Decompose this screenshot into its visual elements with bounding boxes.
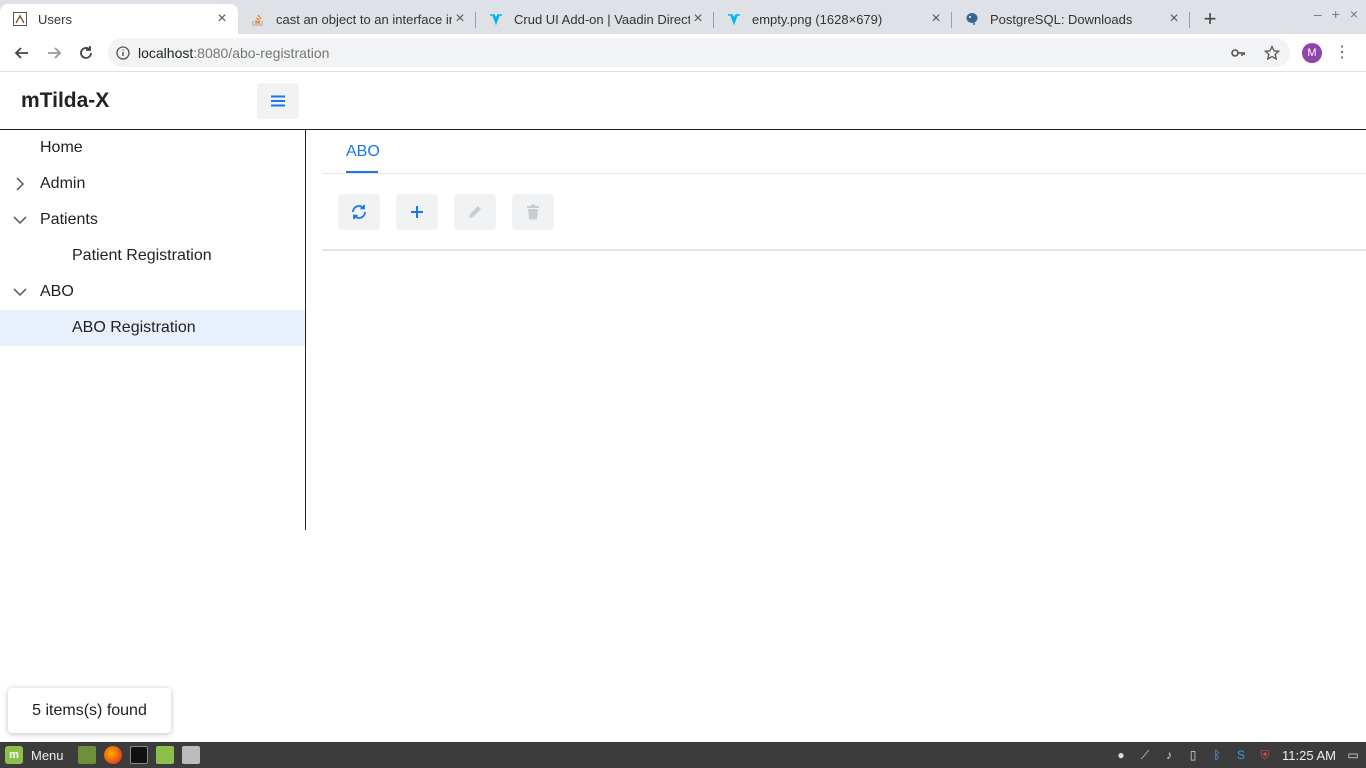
url-path: :8080/abo-registration xyxy=(193,44,330,61)
tab-selected-indicator xyxy=(346,171,378,173)
tab-bar: ABO xyxy=(322,130,1366,174)
quick-launch xyxy=(77,746,200,764)
browser-tab-stackoverflow[interactable]: cast an object to an interface in × xyxy=(238,4,476,34)
nav-drawer: Home Admin Patients Patient Registration… xyxy=(0,130,306,530)
chevron-down-icon[interactable] xyxy=(12,212,28,228)
close-icon[interactable]: × xyxy=(1350,6,1358,22)
screenshot-icon[interactable] xyxy=(181,746,200,764)
url-host: localhost xyxy=(138,44,194,61)
close-icon[interactable]: × xyxy=(690,10,706,28)
nav-item-label: Home xyxy=(40,139,83,156)
bluetooth-icon[interactable]: ᛒ xyxy=(1210,748,1224,762)
shield-icon[interactable]: ⛨ xyxy=(1258,748,1272,762)
browser-tab-title: cast an object to an interface in xyxy=(276,11,452,27)
notifications-icon[interactable]: ▭ xyxy=(1346,748,1360,762)
plus-icon xyxy=(411,206,423,218)
forward-button[interactable] xyxy=(38,37,70,69)
chevron-down-icon[interactable] xyxy=(12,284,28,300)
browser-tab-title: PostgreSQL: Downloads xyxy=(990,11,1133,27)
drawer-toggle-button[interactable] xyxy=(257,83,299,119)
star-icon[interactable] xyxy=(1264,44,1280,61)
start-menu-button[interactable]: m Menu xyxy=(5,746,64,764)
close-icon[interactable]: × xyxy=(1166,10,1182,28)
minimize-icon[interactable]: – xyxy=(1314,6,1322,22)
browser-tab-vaadin-crud[interactable]: Crud UI Add-on | Vaadin Direct × xyxy=(476,4,714,34)
browser-tab-users[interactable]: Users × xyxy=(0,4,238,34)
battery-icon[interactable]: ▯ xyxy=(1186,748,1200,762)
nav-item-label: Patient Registration xyxy=(72,247,212,264)
new-tab-button[interactable]: + xyxy=(1190,4,1230,34)
firefox-icon[interactable] xyxy=(103,746,122,764)
browser-tab-postgresql[interactable]: PostgreSQL: Downloads × xyxy=(952,4,1190,34)
trash-icon xyxy=(527,204,539,220)
arrow-right-icon xyxy=(48,46,62,59)
browser-tab-empty-png[interactable]: empty.png (1628×679) × xyxy=(714,4,952,34)
nav-item-home[interactable]: Home xyxy=(0,130,305,166)
back-button[interactable] xyxy=(6,37,38,69)
stackoverflow-icon xyxy=(250,11,266,27)
browser-tabstrip: Users × cast an object to an interface i… xyxy=(0,0,1366,34)
app-icon xyxy=(12,11,28,27)
key-icon[interactable] xyxy=(1230,45,1246,61)
browser-tab-title: Users xyxy=(38,11,72,27)
close-icon[interactable]: × xyxy=(452,10,468,28)
user-icon[interactable]: ● xyxy=(1114,748,1128,762)
tab-abo[interactable]: ABO xyxy=(346,143,380,161)
refresh-button[interactable] xyxy=(338,194,380,230)
arrow-left-icon xyxy=(14,46,28,59)
window-controls: – + × xyxy=(1314,6,1358,22)
maximize-icon[interactable]: + xyxy=(1332,6,1340,22)
nav-item-abo-registration[interactable]: ABO Registration xyxy=(0,310,305,346)
reload-button[interactable] xyxy=(70,37,102,69)
notification-toast: 5 items(s) found xyxy=(8,688,171,733)
folder-icon[interactable] xyxy=(155,746,174,764)
close-icon[interactable]: × xyxy=(928,10,944,28)
vaadin-icon xyxy=(726,11,742,27)
pencil-icon xyxy=(469,206,481,218)
crud-toolbar xyxy=(338,194,554,230)
hamburger-icon xyxy=(271,95,285,107)
app-title: mTilda-X xyxy=(21,89,110,112)
nav-item-label: Admin xyxy=(40,175,86,192)
nav-item-admin[interactable]: Admin xyxy=(0,166,305,202)
nav-item-label: ABO xyxy=(40,283,74,300)
info-icon[interactable] xyxy=(108,45,138,60)
nav-item-abo[interactable]: ABO xyxy=(0,274,305,310)
app-header: mTilda-X xyxy=(0,72,1366,130)
browser-tab-title: Crud UI Add-on | Vaadin Direct xyxy=(514,11,690,27)
volume-icon[interactable]: ♪ xyxy=(1162,748,1176,762)
plus-icon: + xyxy=(1203,6,1217,31)
linux-mint-icon: m xyxy=(5,746,23,764)
reload-icon xyxy=(80,45,92,59)
grid-divider xyxy=(322,249,1366,251)
nav-item-label: ABO Registration xyxy=(72,319,196,336)
start-menu-label: Menu xyxy=(31,747,64,763)
more-vert-icon[interactable]: ⋮ xyxy=(1334,42,1350,62)
close-icon[interactable]: × xyxy=(214,10,230,28)
system-tray: ● ⟋ ♪ ▯ ᛒ S ⛨ 11:25 AM ▭ xyxy=(1114,748,1360,763)
refresh-icon xyxy=(352,204,366,220)
browser-tab-title: empty.png (1628×679) xyxy=(752,11,883,27)
nav-item-patients[interactable]: Patients xyxy=(0,202,305,238)
edit-button[interactable] xyxy=(454,194,496,230)
browser-toolbar: localhost:8080/abo-registration M ⋮ xyxy=(0,34,1366,72)
profile-avatar[interactable]: M xyxy=(1302,43,1322,63)
clock[interactable]: 11:25 AM xyxy=(1282,748,1336,763)
add-button[interactable] xyxy=(396,194,438,230)
notification-text: 5 items(s) found xyxy=(32,701,147,719)
show-desktop-icon[interactable] xyxy=(77,746,96,764)
os-taskbar: m Menu ● ⟋ ♪ ▯ ᛒ S ⛨ 11:25 AM ▭ xyxy=(0,742,1366,768)
chevron-right-icon[interactable] xyxy=(12,176,28,192)
skype-icon[interactable]: S xyxy=(1234,748,1248,762)
network-icon[interactable]: ⟋ xyxy=(1138,748,1152,762)
nav-item-patient-registration[interactable]: Patient Registration xyxy=(0,238,305,274)
postgresql-icon xyxy=(964,11,980,27)
terminal-icon[interactable] xyxy=(129,746,148,764)
vaadin-icon xyxy=(488,11,504,27)
delete-button[interactable] xyxy=(512,194,554,230)
nav-item-label: Patients xyxy=(40,211,98,228)
main-content: ABO xyxy=(322,130,1366,530)
address-bar[interactable]: localhost:8080/abo-registration xyxy=(108,38,1290,67)
